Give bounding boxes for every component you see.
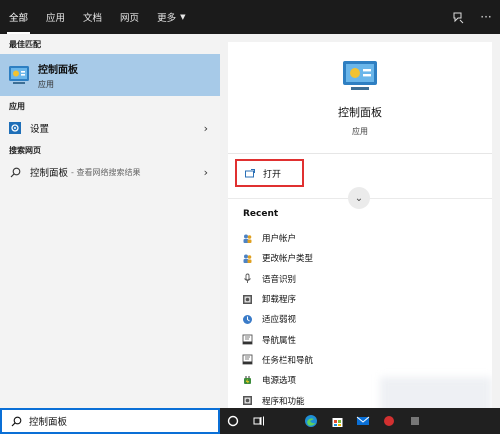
tab-label: 网页 (120, 13, 140, 24)
recent-item[interactable]: 程序和功能 (242, 390, 313, 408)
search-icon (11, 416, 22, 426)
section-title: 应用 (9, 101, 25, 111)
recent-label: 语音识别 (262, 274, 297, 285)
control-panel-icon (9, 66, 29, 84)
app-icon-red[interactable] (376, 408, 402, 434)
divider (272, 408, 298, 434)
recent-label: 更改帐户类型 (262, 254, 314, 265)
microphone-icon (242, 273, 253, 284)
recent-label: 导航属性 (262, 335, 297, 346)
detail-header: 控制面板 应用 (228, 42, 492, 154)
cortana-icon[interactable] (220, 408, 246, 434)
edge-browser-icon[interactable] (298, 408, 324, 434)
recent-label: 用户帐户 (262, 234, 297, 245)
recent-item[interactable]: 更改帐户类型 (242, 248, 313, 268)
tab-apps[interactable]: 应用 (37, 0, 74, 34)
open-button[interactable]: 打开 (235, 159, 304, 187)
programs-icon (242, 294, 253, 305)
expand-chevron-icon[interactable]: ⌄ (348, 187, 370, 209)
feedback-icon[interactable] (444, 0, 472, 34)
power-icon (242, 375, 253, 386)
chevron-right-icon[interactable]: › (204, 160, 208, 184)
chevron-right-icon[interactable]: › (204, 116, 208, 140)
recent-label: 任务栏和导航 (262, 355, 314, 366)
result-label: 控制面板 (30, 168, 69, 179)
recent-item[interactable]: 用户帐户 (242, 228, 313, 248)
app-icon[interactable] (402, 408, 428, 434)
app-result-settings[interactable]: 设置 › (0, 116, 220, 140)
best-match-item[interactable]: 控制面板 应用 (0, 54, 220, 96)
recent-item[interactable]: 卸载程序 (242, 289, 313, 309)
result-sub-label: - 查看网络搜索结果 (71, 167, 141, 177)
search-top-bar: 全部 应用 文档 网页 更多 ▼ ··· (0, 0, 500, 34)
recent-label: 适应弱视 (262, 315, 297, 326)
mail-icon[interactable] (350, 408, 376, 434)
results-list: 最佳匹配 控制面板 应用 应用 设置 › 搜索网页 控制面板 - 查看网络搜索结… (0, 34, 220, 408)
recent-item[interactable]: 语音识别 (242, 269, 313, 289)
watermark-area (380, 377, 492, 408)
tab-web[interactable]: 网页 (111, 0, 148, 34)
tab-label: 全部 (9, 13, 29, 24)
web-result[interactable]: 控制面板 - 查看网络搜索结果 › (0, 160, 220, 184)
chevron-down-icon: ▼ (180, 13, 186, 21)
gear-icon (9, 122, 21, 134)
search-icon (9, 166, 21, 178)
recent-label: 电源选项 (262, 376, 297, 387)
result-label: 设置 (30, 124, 50, 135)
more-options-icon[interactable]: ··· (472, 0, 500, 34)
taskbar-search-field[interactable]: 控制面板 (0, 408, 220, 434)
tab-all[interactable]: 全部 (0, 0, 37, 34)
recent-title: Recent (243, 209, 279, 219)
best-match-kind: 应用 (38, 79, 54, 89)
section-title: 搜索网页 (9, 145, 41, 155)
programs-icon (242, 395, 253, 406)
detail-app-kind: 应用 (352, 127, 368, 136)
recent-label: 程序和功能 (262, 396, 305, 407)
recent-list: 用户帐户 更改帐户类型 语音识别 卸载程序 适应弱视 导航属性 任务栏和导航 电… (242, 228, 313, 408)
users-icon (242, 233, 253, 244)
search-input-value: 控制面板 (29, 417, 68, 428)
users-icon (242, 253, 253, 264)
tab-label: 应用 (46, 13, 66, 24)
recent-item[interactable]: 任务栏和导航 (242, 350, 313, 370)
taskbar-icon (242, 334, 253, 345)
tab-label: 更多 (157, 13, 177, 24)
recent-item[interactable]: 电源选项 (242, 370, 313, 390)
open-icon (245, 168, 255, 177)
ease-of-access-icon (242, 314, 253, 325)
tab-documents[interactable]: 文档 (74, 0, 111, 34)
taskbar-icon (242, 354, 253, 365)
tab-label: 文档 (83, 13, 103, 24)
recent-label: 卸载程序 (262, 295, 297, 306)
section-title: 最佳匹配 (9, 39, 41, 49)
recent-item[interactable]: 适应弱视 (242, 309, 313, 329)
task-view-icon[interactable] (246, 408, 272, 434)
control-panel-icon (343, 61, 377, 90)
tab-more[interactable]: 更多 ▼ (148, 0, 194, 34)
recent-item[interactable]: 导航属性 (242, 329, 313, 349)
open-label: 打开 (263, 169, 282, 180)
detail-panel: 控制面板 应用 打开 ⌄ Recent 用户帐户 更改帐户类型 语音识别 卸载程… (228, 42, 492, 408)
best-match-name: 控制面板 (38, 64, 78, 76)
store-icon[interactable] (324, 408, 350, 434)
taskbar: 控制面板 (0, 408, 500, 434)
detail-app-name: 控制面板 (338, 106, 382, 119)
